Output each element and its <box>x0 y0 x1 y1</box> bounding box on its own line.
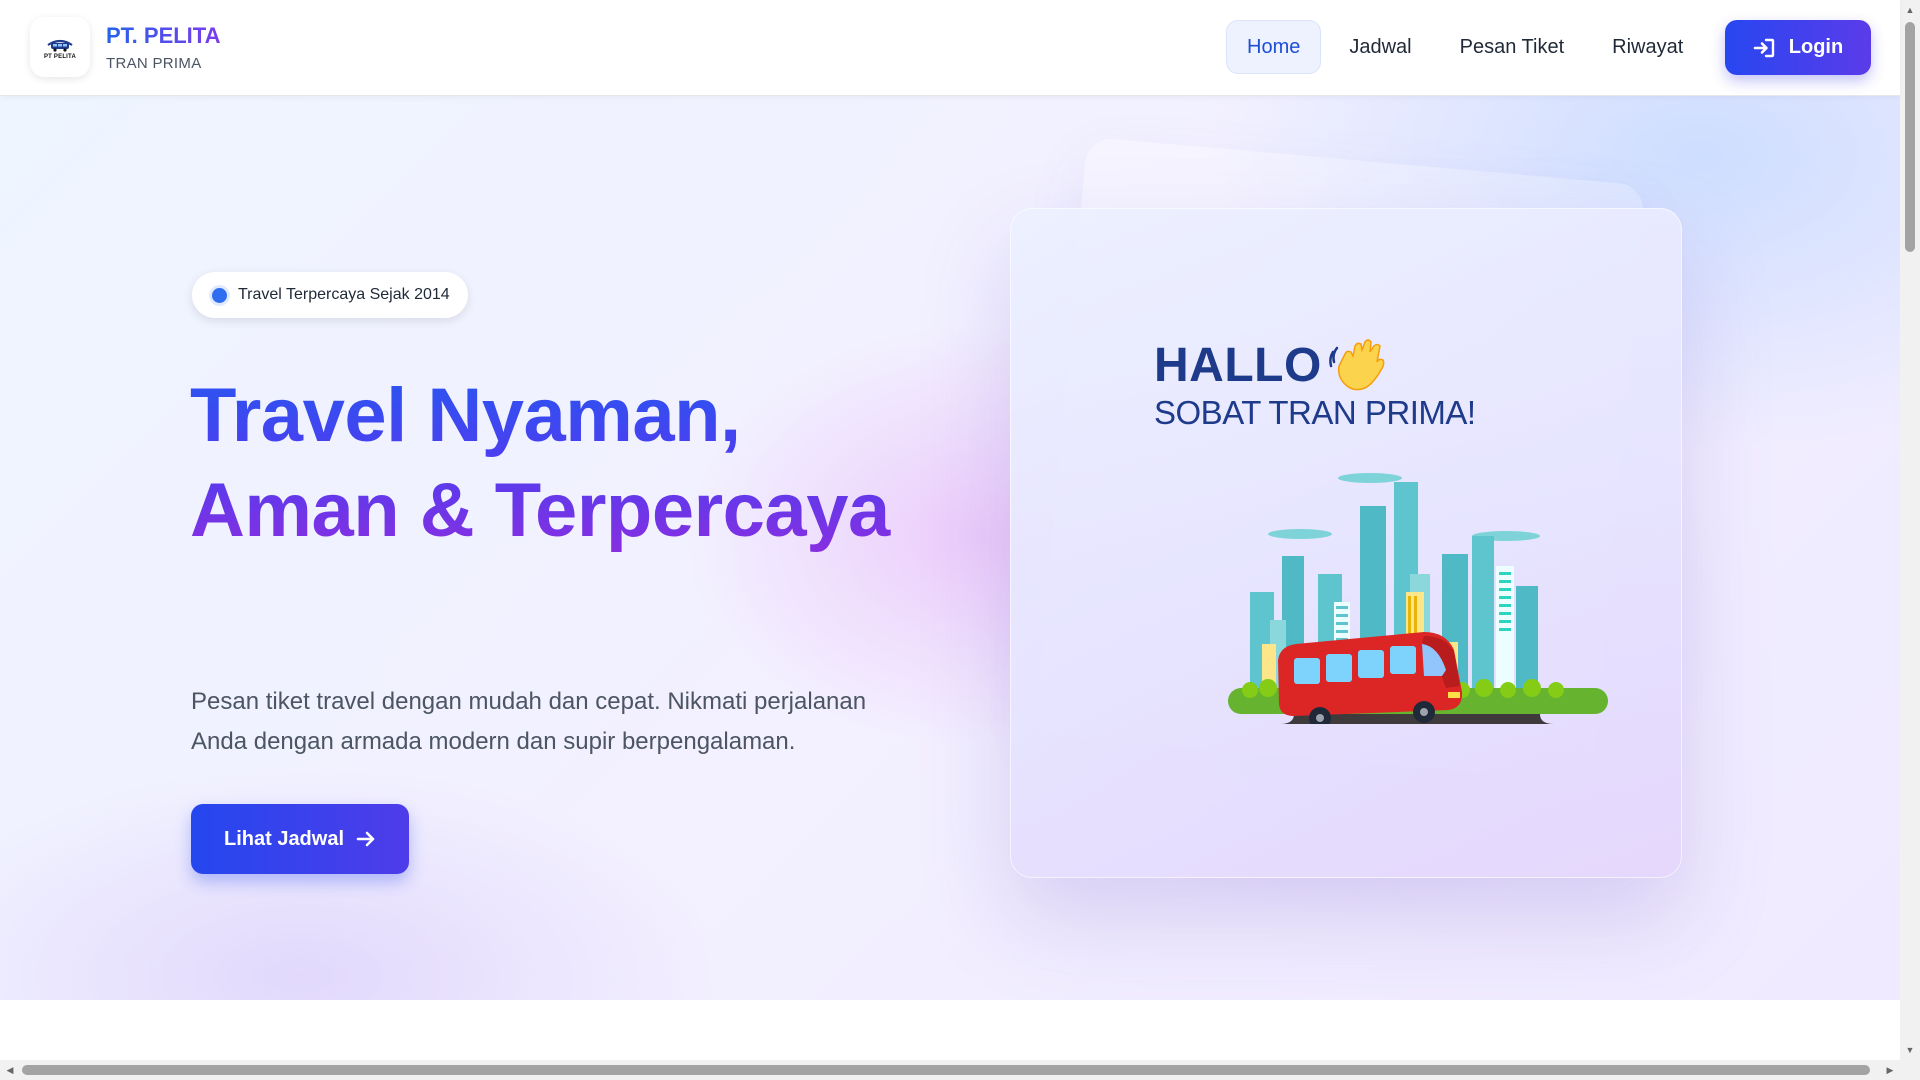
brand-logo: PT PELITA <box>30 17 90 77</box>
brand-name: PT. PELITA <box>106 22 221 48</box>
login-icon <box>1753 38 1775 58</box>
scroll-down-arrow-icon[interactable]: ▼ <box>1905 1045 1915 1055</box>
hero-description: Pesan tiket travel dengan mudah dan cepa… <box>191 682 911 762</box>
horizontal-scroll-thumb[interactable] <box>22 1065 1870 1075</box>
main-nav: Home Jadwal Pesan Tiket Riwayat <box>1226 20 1711 74</box>
hero-description-line-2: Anda dengan armada modern dan supir berp… <box>191 728 796 755</box>
brand-text: PT. PELITA TRAN PRIMA <box>106 23 221 72</box>
nav-item-jadwal[interactable]: Jadwal <box>1329 20 1431 74</box>
hero-title-line-1: Travel Nyaman, <box>190 373 741 458</box>
city-bus-illustration <box>1228 473 1608 724</box>
login-label: Login <box>1788 36 1844 58</box>
nav-item-pesan-tiket[interactable]: Pesan Tiket <box>1440 20 1585 74</box>
scroll-up-arrow-icon[interactable]: ▲ <box>1905 5 1915 15</box>
view-schedule-button[interactable]: Lihat Jadwal <box>191 804 409 874</box>
arrow-right-icon <box>356 830 376 848</box>
hero-title: Travel Nyaman, Aman & Terpercaya <box>190 368 950 558</box>
brand[interactable]: PT PELITA PT. PELITA TRAN PRIMA <box>30 17 221 77</box>
waving-hand-icon <box>1327 334 1391 401</box>
next-section-edge <box>0 1000 1900 1060</box>
badge-text: Travel Terpercaya Sejak 2014 <box>238 286 450 303</box>
vertical-scroll-thumb[interactable] <box>1905 22 1915 252</box>
bus-logo-icon <box>47 39 73 52</box>
greeting-title: HALLO <box>1154 339 1322 392</box>
badge-dot-icon <box>212 287 227 303</box>
horizontal-scrollbar[interactable]: ◀ ▶ <box>0 1060 1920 1080</box>
navbar: PT PELITA PT. PELITA TRAN PRIMA Home Jad… <box>0 0 1900 96</box>
login-button[interactable]: Login <box>1725 20 1871 75</box>
nav-item-riwayat[interactable]: Riwayat <box>1592 20 1703 74</box>
hero-description-line-1: Pesan tiket travel dengan mudah dan cepa… <box>191 688 867 715</box>
scroll-left-arrow-icon[interactable]: ◀ <box>5 1065 15 1075</box>
cta-label: Lihat Jadwal <box>223 827 345 850</box>
logo-text: PT PELITA <box>43 53 77 60</box>
brand-subtitle: TRAN PRIMA <box>106 54 202 72</box>
scroll-right-arrow-icon[interactable]: ▶ <box>1885 1065 1895 1075</box>
trust-badge: Travel Terpercaya Sejak 2014 <box>192 272 468 318</box>
hero-title-line-2: Aman & Terpercaya <box>190 468 890 553</box>
illustration-card: HALLO SOBAT TRAN PRIMA! <box>1010 208 1682 878</box>
nav-item-home[interactable]: Home <box>1226 20 1322 74</box>
hero-section: Travel Terpercaya Sejak 2014 Travel Nyam… <box>0 96 1900 1000</box>
vertical-scrollbar[interactable]: ▲ ▼ <box>1900 0 1920 1060</box>
